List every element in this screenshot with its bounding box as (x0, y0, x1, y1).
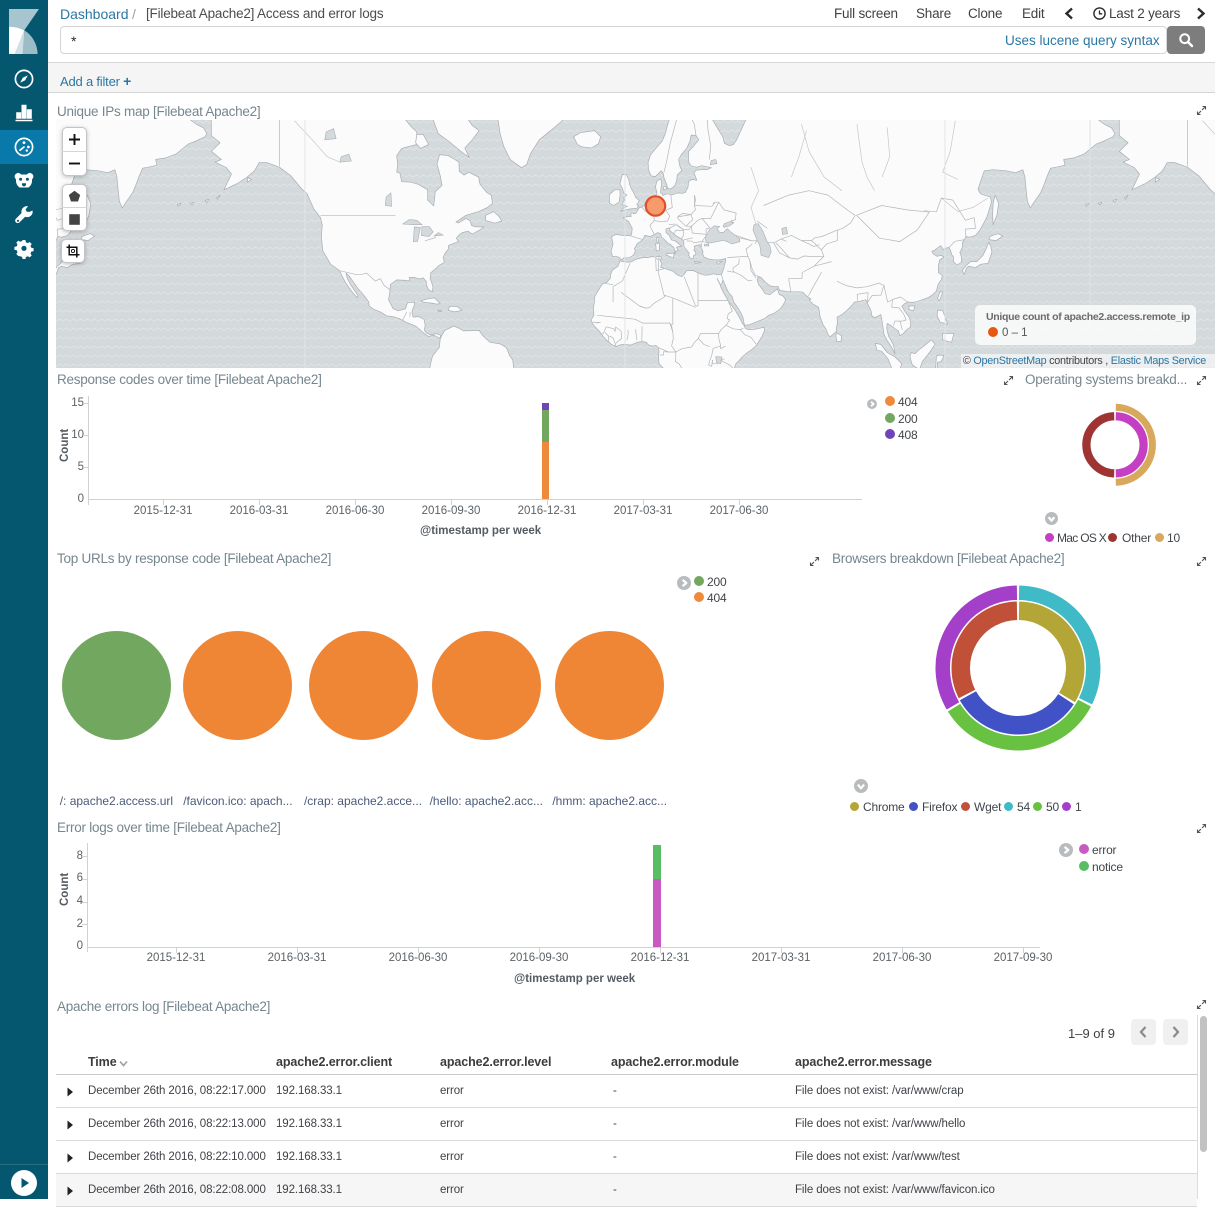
svg-text:Unique count of apache2.access: Unique count of apache2.access.remote_ip (986, 311, 1190, 323)
svg-text:0 – 1: 0 – 1 (1002, 327, 1028, 339)
svg-text:© OpenStreetMap contributors ,: © OpenStreetMap contributors , Elastic M… (963, 355, 1206, 367)
